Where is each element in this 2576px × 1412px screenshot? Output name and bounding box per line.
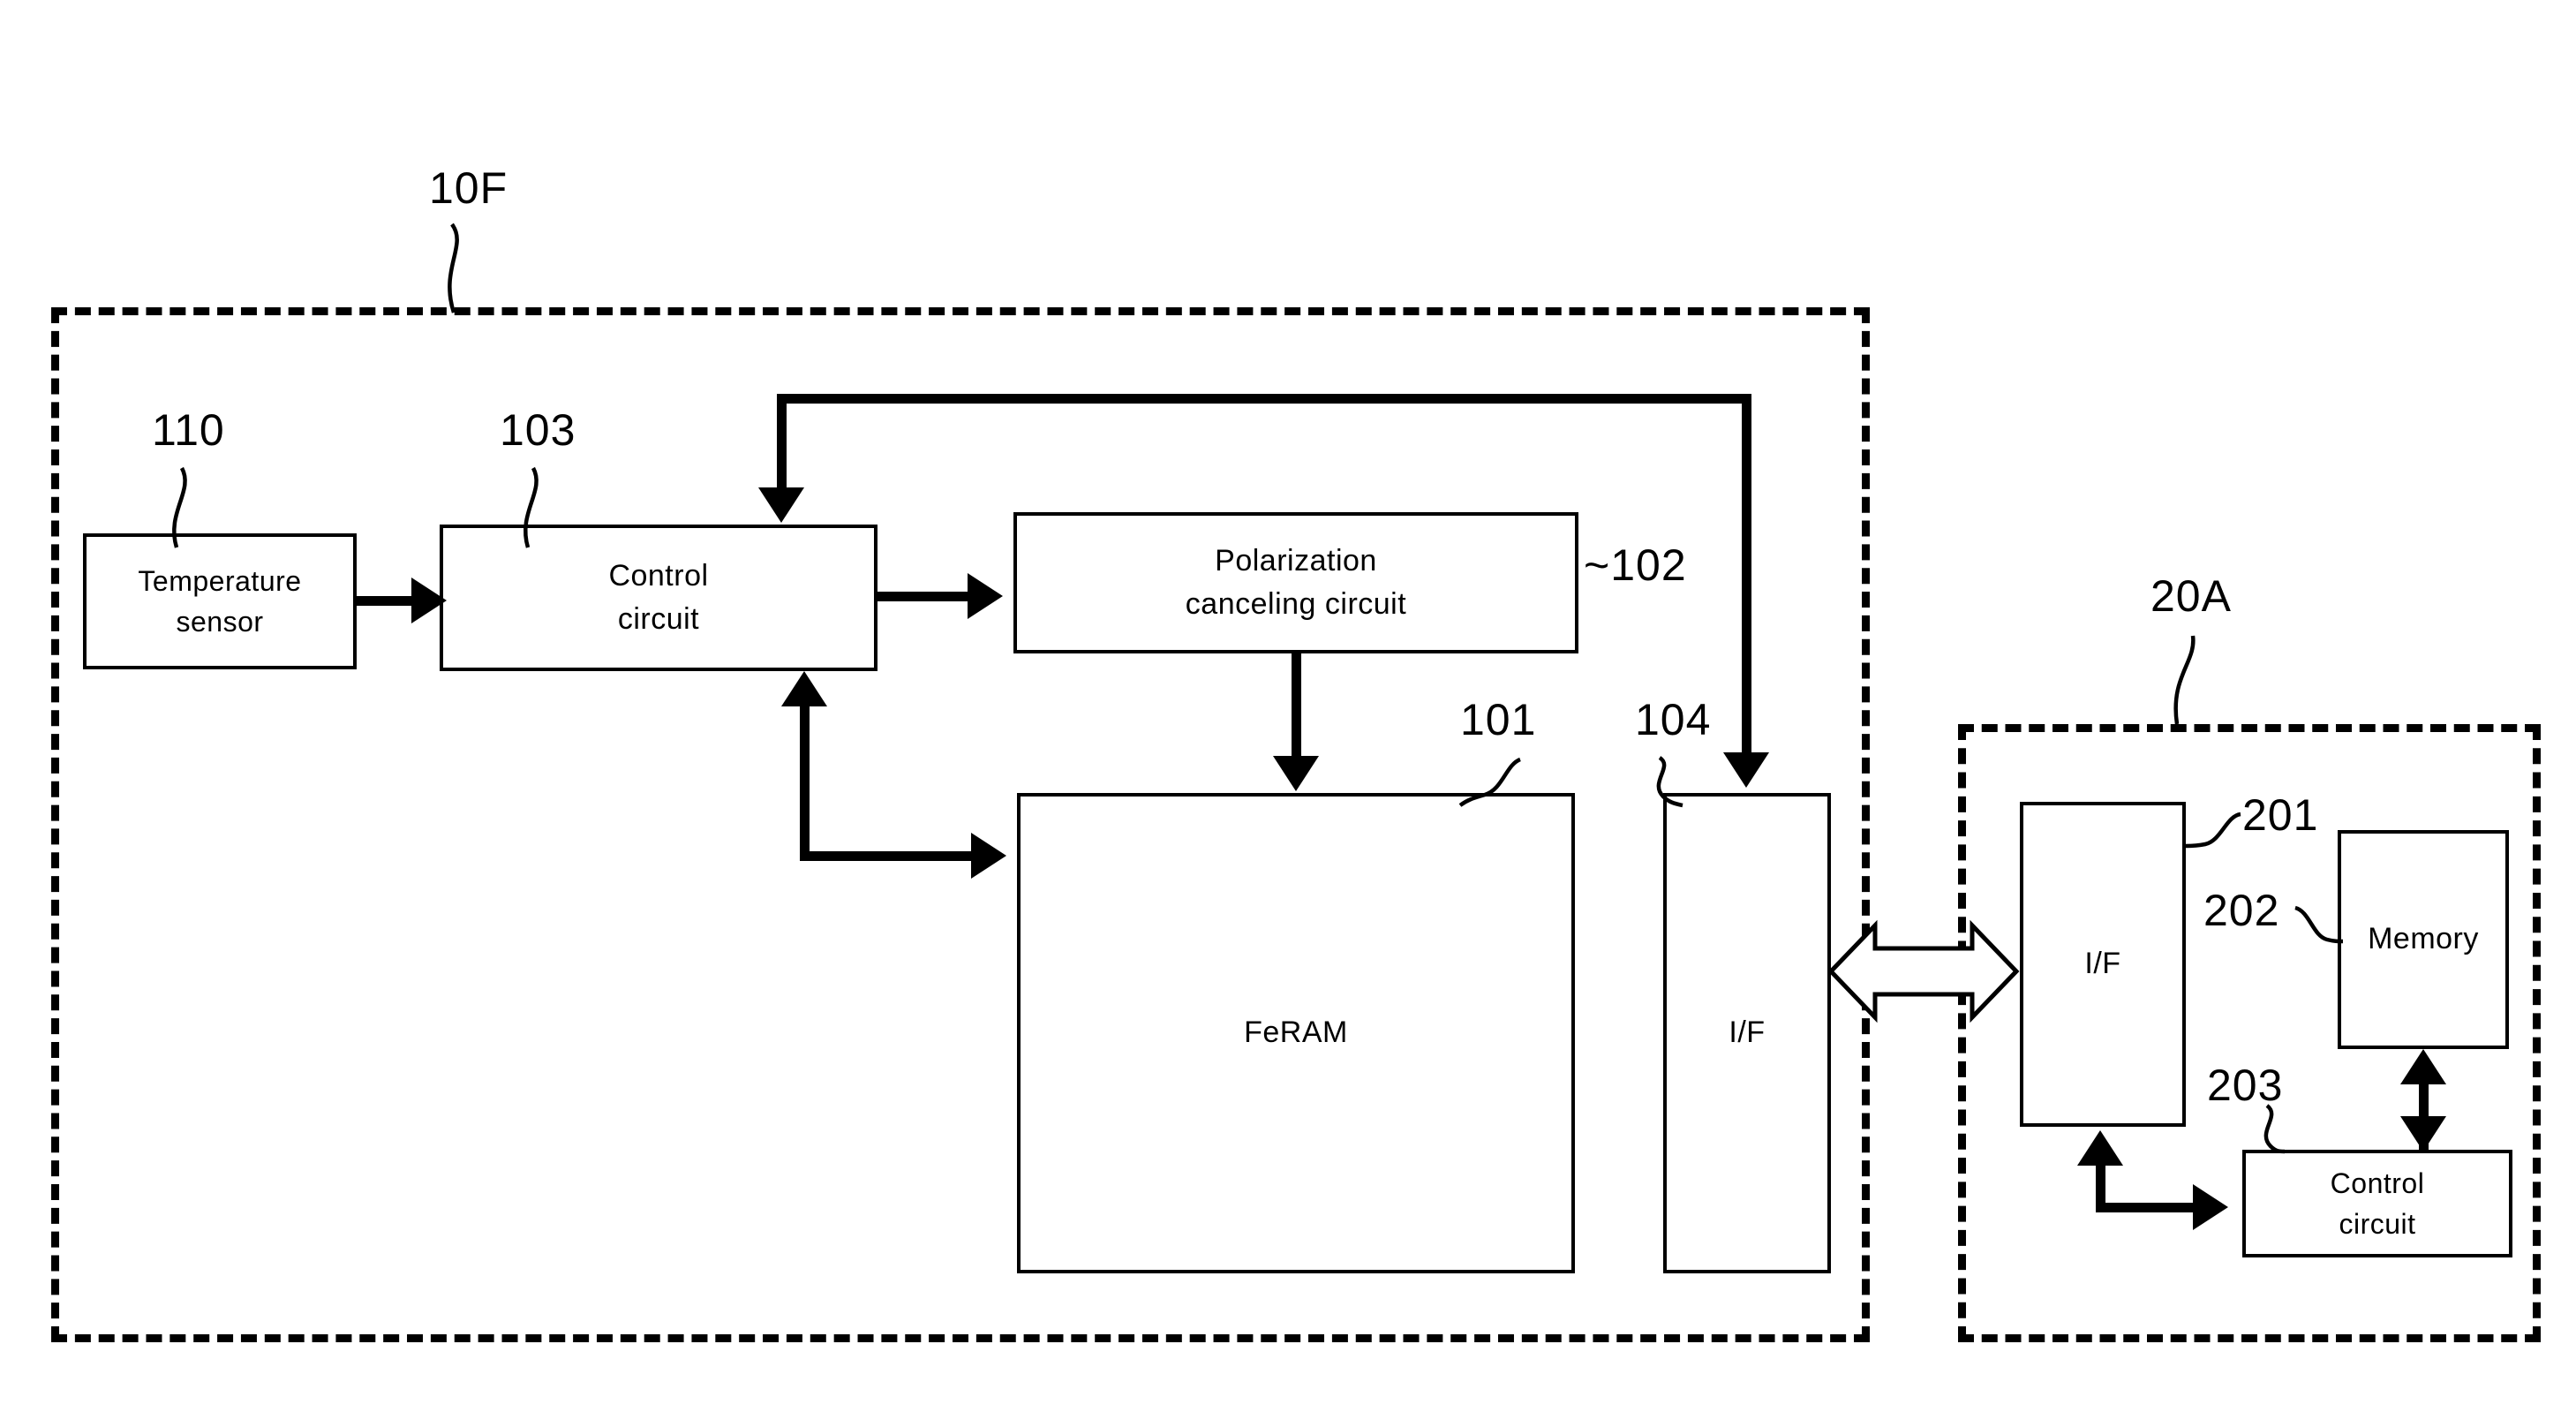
arrowhead-into-control-circuit — [758, 487, 804, 523]
ref-numeral-201: 201 — [2242, 790, 2319, 840]
ref-numeral-102: ~102 — [1584, 540, 1687, 590]
block-label: Temperature sensor — [138, 564, 302, 638]
block-label: Control circuit — [2330, 1167, 2425, 1240]
block-memory[interactable]: Memory — [2338, 830, 2509, 1049]
ref-numeral-101: 101 — [1460, 695, 1537, 744]
connector-control-to-interface-horizontal — [777, 394, 1751, 404]
block-label: Memory — [2368, 922, 2479, 956]
arrowhead-into-feram — [971, 833, 1006, 879]
block-label: Polarization canceling circuit — [1185, 543, 1407, 621]
connector-interface-host-to-control-horizontal — [2096, 1203, 2198, 1212]
arrowhead-temp-to-control — [411, 578, 447, 623]
connector-control-to-polarization — [877, 592, 973, 601]
arrowhead-control-to-polarization — [968, 573, 1003, 619]
block-temperature-sensor[interactable]: Temperature sensor — [83, 533, 357, 669]
arrowhead-into-control-circuit-bottom — [781, 671, 827, 706]
ref-numeral-20a: 20A — [2150, 571, 2232, 621]
arrowhead-into-memory — [2400, 1049, 2446, 1084]
connector-polarization-to-feram — [1292, 653, 1301, 766]
block-label: I/F — [2084, 947, 2121, 981]
connector-control-to-feram-horizontal — [800, 851, 976, 861]
ref-numeral-104: 104 — [1635, 695, 1712, 744]
arrowhead-into-interface-host — [2077, 1130, 2123, 1166]
block-label: I/F — [1729, 1016, 1766, 1050]
block-control-circuit-host[interactable]: Control circuit — [2242, 1150, 2512, 1257]
block-label: FeRAM — [1244, 1016, 1348, 1050]
leader-line-201 — [2185, 812, 2241, 849]
leader-line-103 — [523, 466, 539, 548]
block-control-circuit-device[interactable]: Control circuit — [440, 525, 877, 671]
leader-line-203 — [2263, 1104, 2286, 1154]
arrowhead-into-control-circuit-host-top — [2400, 1116, 2446, 1151]
connector-temp-to-control — [357, 596, 417, 606]
arrowhead-polarization-to-feram — [1273, 756, 1319, 791]
leader-line-110 — [172, 466, 187, 548]
ref-numeral-103: 103 — [500, 405, 576, 455]
connector-control-to-interface-right-drop — [1742, 394, 1751, 758]
connector-control-to-feram-vertical — [800, 706, 810, 857]
enclosure-10f — [51, 307, 1870, 1342]
connector-interface-host-to-control-vertical — [2096, 1166, 2105, 1208]
block-interface-host[interactable]: I/F — [2020, 802, 2186, 1127]
arrowhead-into-interface-device — [1723, 752, 1769, 788]
figure-canvas: 10F 20A 110 Temperature sensor 103 Contr… — [0, 0, 2576, 1412]
ref-numeral-110: 110 — [152, 405, 225, 455]
block-label: Control circuit — [608, 558, 709, 636]
bus-arrow-interface-link — [1827, 919, 2020, 1023]
leader-line-20a — [2173, 635, 2196, 725]
leader-line-101 — [1458, 757, 1522, 807]
leader-line-10f — [448, 223, 459, 313]
block-feram[interactable]: FeRAM — [1017, 793, 1575, 1273]
block-polarization-canceling-circuit[interactable]: Polarization canceling circuit — [1013, 512, 1578, 653]
ref-numeral-202: 202 — [2203, 886, 2280, 935]
arrowhead-into-control-circuit-host — [2193, 1184, 2228, 1230]
leader-line-202 — [2294, 905, 2344, 944]
block-interface-device[interactable]: I/F — [1663, 793, 1831, 1273]
ref-numeral-10f: 10F — [429, 163, 508, 213]
ref-numeral-203: 203 — [2207, 1061, 2284, 1110]
leader-line-104 — [1656, 756, 1683, 808]
